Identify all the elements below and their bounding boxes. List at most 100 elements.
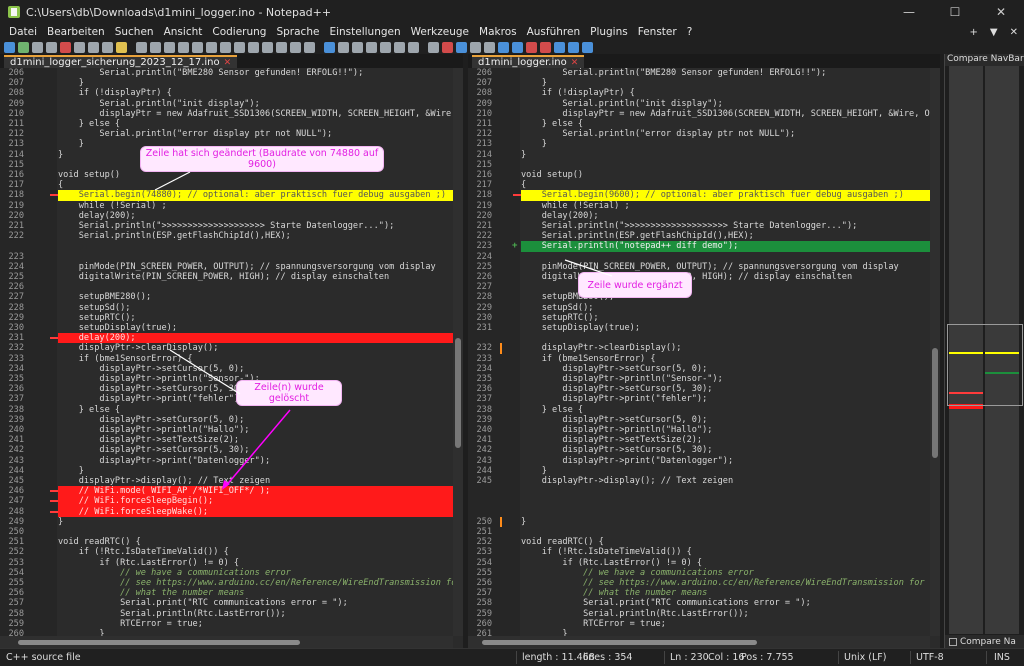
menu-item[interactable]: Bearbeiten [42,26,110,38]
scroll-thumb[interactable] [482,640,757,645]
code-text: if (bme1SensorError) { [521,353,656,364]
line-number: 246 [8,486,24,497]
tab-right-file[interactable]: d1mini_logger.ino ✕ [472,55,585,68]
toolbar-button-icon[interactable] [352,41,363,53]
line-number: 238 [476,404,492,415]
line-number: 260 [8,629,24,636]
line-number: 239 [8,414,24,425]
toolbar-button-icon[interactable] [338,41,349,53]
menu-item[interactable]: Sprache [271,26,324,38]
navbar-tab[interactable]: Compare Na [945,635,1024,648]
menu-item[interactable]: Fenster [633,26,682,38]
line-number: 211 [8,119,24,129]
code-line: 222 Serial.println(ESP.getFlashChipId(),… [0,231,463,241]
tab-left-file[interactable]: d1mini_logger_sicherung_2023_12_17.ino ✕ [4,55,238,68]
menu-bar: Datei Bearbeiten Suchen Ansicht Codierung Spr… [0,24,1024,40]
toolbar-button-icon[interactable] [220,41,231,53]
scroll-thumb[interactable] [18,640,300,645]
menu-item[interactable]: Werkzeuge [406,26,474,38]
line-number: 237 [476,394,492,405]
toolbar-button-icon[interactable] [568,41,579,53]
toolbar-button-icon[interactable] [150,41,161,53]
code-text: } else { [521,404,584,415]
code-text: setupBME280(); [58,292,152,303]
toolbar-button-icon[interactable] [192,41,203,53]
toolbar-button-icon[interactable] [540,41,551,53]
menu-item[interactable]: ? [682,26,698,38]
toolbar-button-icon[interactable] [324,41,335,53]
toolbar-button-icon[interactable] [456,41,467,53]
toolbar-button-icon[interactable] [262,41,273,53]
horizontal-scrollbar-left[interactable] [0,636,453,648]
toolbar-button-icon[interactable] [582,41,593,53]
toolbar-button-icon[interactable] [46,41,57,53]
tab-label: d1mini_logger_sicherung_2023_12_17.ino [10,57,220,68]
code-line: 251 [468,527,940,537]
menu-control[interactable]: + [970,27,978,38]
toolbar-button-icon[interactable] [290,41,301,53]
toolbar-button-icon[interactable] [428,41,439,53]
menu-item[interactable]: Codierung [207,26,271,38]
line-number: 228 [476,292,492,303]
toolbar-button-icon[interactable] [74,41,85,53]
scroll-thumb[interactable] [455,338,461,448]
toolbar-button-icon[interactable] [512,41,523,53]
moved-line-marker-icon [500,343,502,354]
close-button[interactable]: ✕ [978,0,1024,24]
toolbar-button-icon[interactable] [380,41,391,53]
code-text: void readRTC() { [58,537,141,548]
toolbar-button-icon[interactable] [4,41,15,53]
menu-control[interactable]: ▼ [990,27,998,38]
toolbar-button-icon[interactable] [394,41,405,53]
toolbar-button-icon[interactable] [248,41,259,53]
toolbar-button-icon[interactable] [136,41,147,53]
toolbar-button-icon[interactable] [32,41,43,53]
toolbar-button-icon[interactable] [276,41,287,53]
code-editor-right[interactable]: 206 Serial.println("BME280 Sensor gefund… [468,68,940,636]
toolbar-button-icon[interactable] [60,41,71,53]
menu-item[interactable]: Plugins [585,26,633,38]
line-number: 221 [476,221,492,231]
navbar-viewport[interactable] [947,324,1023,406]
toolbar-button-icon[interactable] [304,41,315,53]
line-number: 240 [476,425,492,435]
code-text: displayPtr->println("Hallo"); [521,425,713,435]
menu-item[interactable]: Ansicht [159,26,208,38]
toolbar-button-icon[interactable] [234,41,245,53]
toolbar-button-icon[interactable] [366,41,377,53]
toolbar-button-icon[interactable] [470,41,481,53]
menu-item[interactable]: Einstellungen [324,26,405,38]
code-text: void readRTC() { [521,537,604,548]
toolbar-button-icon[interactable] [554,41,565,53]
toolbar-button-icon[interactable] [484,41,495,53]
horizontal-scrollbar-right[interactable] [468,636,930,648]
menu-item[interactable]: Ausführen [522,26,586,38]
tab-close-icon[interactable]: ✕ [224,58,232,68]
toolbar-button-icon[interactable] [18,41,29,53]
toolbar-button-icon[interactable] [164,41,175,53]
menu-item[interactable]: Makros [474,26,522,38]
scroll-thumb[interactable] [932,348,938,458]
code-line: 211 } else { [468,119,940,129]
toolbar-button-icon[interactable] [88,41,99,53]
line-number: 215 [8,159,24,170]
toolbar-button-icon[interactable] [526,41,537,53]
toolbar-button-icon[interactable] [498,41,509,53]
maximize-button[interactable]: ☐ [932,0,978,24]
toolbar-button-icon[interactable] [206,41,217,53]
vertical-scrollbar-right[interactable] [930,68,940,636]
code-line: 258 Serial.print("RTC communications err… [468,598,940,608]
menu-control[interactable]: ✕ [1010,27,1018,38]
minimize-button[interactable]: — [886,0,932,24]
toolbar-button-icon[interactable] [102,41,113,53]
toolbar-button-icon[interactable] [178,41,189,53]
toolbar-button-icon[interactable] [116,41,127,53]
toolbar-button-icon[interactable] [408,41,419,53]
toolbar-button-icon[interactable] [442,41,453,53]
code-line: 222 Serial.println(ESP.getFlashChipId(),… [468,231,940,241]
vertical-scrollbar-left[interactable] [453,68,463,636]
line-number: 234 [8,363,24,374]
menu-item[interactable]: Datei [4,26,42,38]
menu-item[interactable]: Suchen [110,26,159,38]
tab-close-icon[interactable]: ✕ [571,58,579,68]
